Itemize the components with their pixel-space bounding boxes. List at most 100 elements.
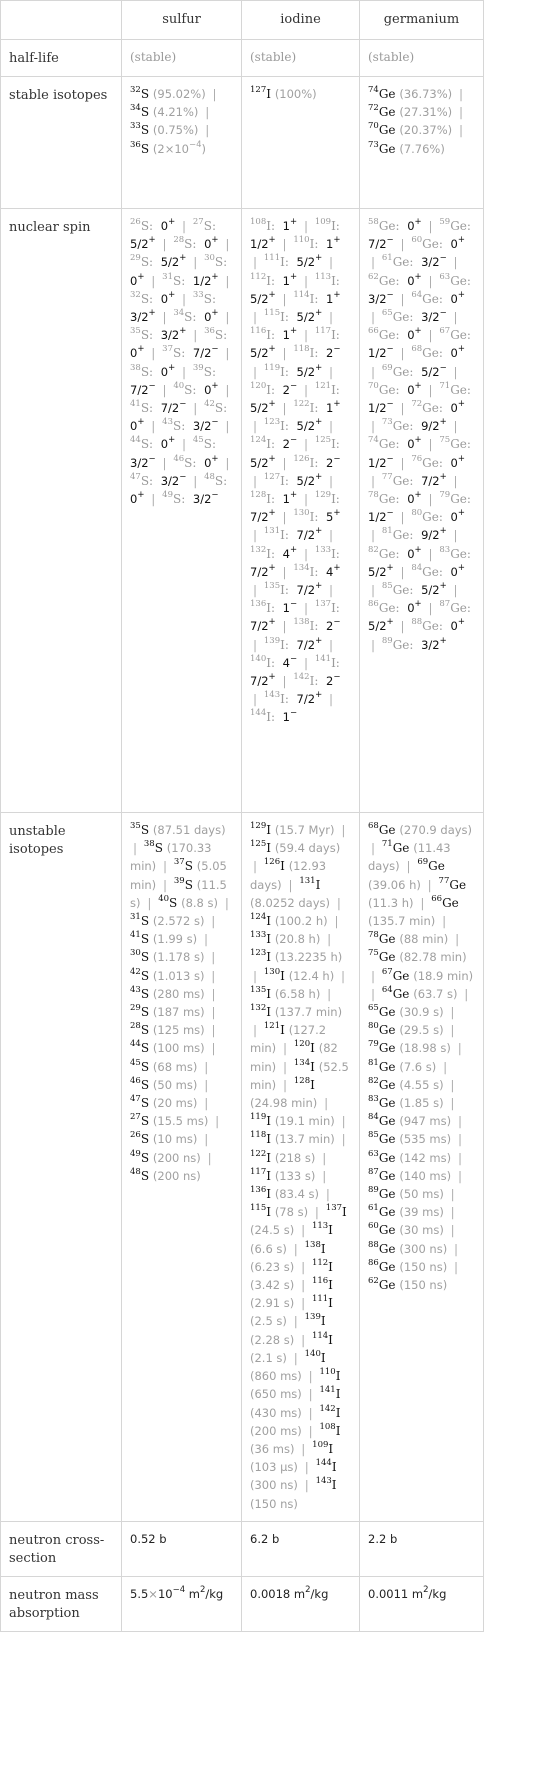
separator: | bbox=[341, 1132, 346, 1147]
isotope-symbol: 137I bbox=[325, 1203, 347, 1220]
separator: | bbox=[282, 291, 287, 306]
isotope-label: 28S: bbox=[173, 235, 197, 252]
isotope-entry: 32S (95.02%) bbox=[130, 86, 206, 101]
spin-value: 3/2+ bbox=[160, 326, 187, 343]
half-life-value: (10 ms) bbox=[152, 1132, 198, 1147]
isotope-symbol: 136I bbox=[250, 1185, 271, 1202]
mass-number: 131 bbox=[299, 875, 316, 886]
isotope-symbol: 121I bbox=[263, 1021, 285, 1038]
spin-value: 7/2+ bbox=[250, 562, 276, 579]
spin-value: 1+ bbox=[282, 271, 298, 288]
mass-number: 89 bbox=[368, 1185, 379, 1196]
isotope-label: 111I: bbox=[263, 253, 289, 270]
spin-value: 0+ bbox=[160, 217, 176, 233]
separator: | bbox=[428, 601, 433, 616]
spin-entry: 32S: 0+ bbox=[130, 291, 175, 306]
half-life-germanium: (stable) bbox=[359, 39, 484, 77]
mass-number: 119 bbox=[263, 362, 281, 373]
parity: + bbox=[457, 289, 465, 300]
mass-number: 112 bbox=[250, 271, 267, 282]
mass-number: 41 bbox=[130, 399, 141, 410]
separator: | bbox=[322, 1168, 327, 1183]
isotope-symbol: 65Ge bbox=[368, 1003, 396, 1020]
separator: | bbox=[253, 528, 258, 543]
separator: | bbox=[457, 1150, 462, 1165]
mass-number: 31 bbox=[162, 271, 173, 282]
separator: | bbox=[454, 1241, 459, 1256]
isotope-symbol: 133I bbox=[250, 930, 271, 947]
separator: | bbox=[282, 619, 287, 634]
parity: + bbox=[315, 417, 323, 428]
abundance: (95.02%) bbox=[152, 87, 206, 101]
parity: + bbox=[290, 217, 298, 227]
separator: | bbox=[225, 237, 230, 252]
separator: | bbox=[336, 895, 341, 910]
stable-isotopes-iodine: 127I (100%) bbox=[241, 76, 360, 209]
separator: | bbox=[253, 859, 258, 874]
isotope-symbol: 111I bbox=[311, 1294, 333, 1311]
isotope-label: 89Ge: bbox=[381, 635, 414, 652]
mass-number: 72 bbox=[411, 399, 423, 410]
isotope-label: 40S: bbox=[173, 380, 197, 397]
spin-value: 2− bbox=[282, 435, 298, 452]
isotope-label: 80Ge: bbox=[411, 508, 443, 525]
isotope-entry: 74Ge (36.73%) bbox=[368, 86, 452, 101]
mass-number: 110 bbox=[293, 235, 310, 246]
parity: + bbox=[268, 289, 276, 300]
separator: | bbox=[182, 291, 187, 306]
separator: | bbox=[215, 1114, 220, 1129]
isotope-symbol: 34S bbox=[130, 103, 150, 120]
mass-number: 143 bbox=[263, 690, 281, 701]
separator: | bbox=[303, 273, 308, 288]
half-life-value: (6.23 s) bbox=[250, 1259, 295, 1274]
isotope-entry: 124I (100.2 h) bbox=[250, 913, 328, 928]
parity: + bbox=[268, 344, 276, 355]
half-life-value: (8.8 s) bbox=[181, 895, 218, 910]
spin-entry: 116I: 1+ bbox=[250, 327, 297, 342]
spin-value: 1+ bbox=[326, 289, 341, 306]
spin-entry: 89Ge: 3/2+ bbox=[381, 635, 447, 652]
separator: | bbox=[334, 914, 339, 929]
isotope-symbol: 128I bbox=[293, 1075, 315, 1092]
isotope-entry: 27S (15.5 ms) bbox=[130, 1113, 208, 1128]
separator: | bbox=[225, 419, 230, 434]
isotope-label: 115I: bbox=[263, 308, 289, 325]
isotope-label: 41S: bbox=[130, 399, 154, 416]
isotope-entry: 67Ge (18.9 min) bbox=[382, 967, 473, 982]
mass-number: 40 bbox=[173, 380, 185, 391]
isotope-entry: 125I (59.4 days) bbox=[250, 840, 340, 855]
spin-entry: 118I: 2− bbox=[293, 345, 340, 360]
isotope-label: 137I: bbox=[314, 599, 340, 616]
isotope-label: 37S: bbox=[162, 344, 186, 361]
isotope-entry: 88Ge (300 ns) bbox=[368, 1240, 447, 1255]
mass-number: 28 bbox=[130, 1021, 141, 1032]
isotope-symbol: 142I bbox=[319, 1403, 341, 1420]
spin-value: 5/2+ bbox=[296, 308, 323, 325]
separator: | bbox=[308, 1405, 313, 1420]
parity: + bbox=[290, 271, 298, 282]
separator: | bbox=[464, 986, 469, 1001]
spin-value: 3/2− bbox=[130, 453, 156, 470]
isotope-symbol: 48S bbox=[130, 1166, 150, 1183]
spin-entry: 28S: 0+ bbox=[173, 235, 218, 252]
spin-value: 0+ bbox=[204, 453, 219, 470]
header-germanium: germanium bbox=[359, 0, 484, 40]
mass-number: 138 bbox=[293, 617, 310, 628]
spin-value: 2− bbox=[326, 453, 341, 470]
mass-number: 78 bbox=[368, 930, 379, 941]
parity: − bbox=[386, 235, 394, 246]
half-life-value: (24.5 s) bbox=[250, 1223, 295, 1238]
spin-value: 1− bbox=[282, 708, 298, 725]
mass-number: 140 bbox=[250, 653, 267, 664]
spin-value: 7/2+ bbox=[296, 581, 323, 598]
parity: + bbox=[414, 599, 422, 610]
spin-entry: 114I: 1+ bbox=[293, 289, 341, 306]
spin-value: 5/2+ bbox=[296, 362, 323, 379]
separator: | bbox=[205, 123, 210, 138]
isotope-symbol: 89Ge bbox=[368, 1185, 396, 1202]
separator: | bbox=[304, 1478, 309, 1493]
isotope-symbol: 42S bbox=[130, 966, 150, 983]
separator: | bbox=[303, 382, 308, 397]
mass-number: 89 bbox=[381, 635, 393, 646]
mass-number: 111 bbox=[311, 1294, 329, 1305]
